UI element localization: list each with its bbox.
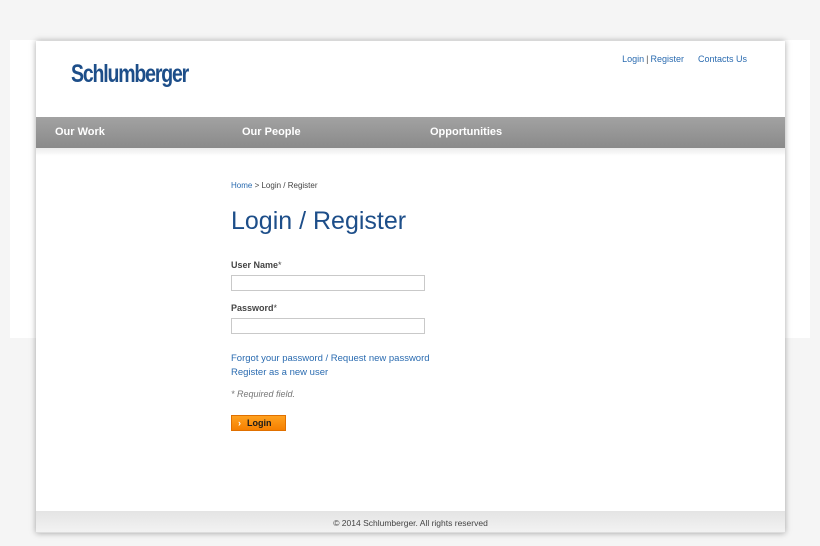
copyright-text: © 2014 Schlumberger. All rights reserved — [333, 518, 488, 528]
password-label-text: Password — [231, 303, 274, 313]
nav-item-our-people[interactable]: Our People — [242, 126, 301, 138]
username-label-text: User Name — [231, 260, 279, 270]
forgot-password-link[interactable]: Forgot your password / Request new passw… — [231, 353, 430, 364]
password-label: Password* — [231, 303, 277, 313]
nav-shadow — [36, 148, 785, 156]
login-link[interactable]: Login — [622, 54, 644, 64]
password-input[interactable] — [231, 318, 425, 334]
breadcrumb-home-link[interactable]: Home — [231, 181, 252, 190]
breadcrumb-current: Login / Register — [261, 181, 318, 190]
contacts-link[interactable]: Contacts Us — [698, 54, 747, 64]
required-mark: * — [273, 303, 278, 313]
nav-item-our-work[interactable]: Our Work — [55, 126, 105, 138]
required-field-note: * Required field. — [231, 389, 296, 399]
required-mark: * — [278, 260, 282, 270]
username-input[interactable] — [231, 275, 425, 291]
main-nav: Our Work Our People Opportunities — [36, 117, 785, 148]
header-links: Login | Register Contacts Us — [622, 54, 747, 64]
register-link[interactable]: Register — [650, 54, 684, 64]
nav-item-opportunities[interactable]: Opportunities — [430, 126, 502, 138]
username-label: User Name* — [231, 260, 282, 270]
bottom-divider — [36, 532, 785, 533]
footer: © 2014 Schlumberger. All rights reserved — [36, 511, 785, 533]
schlumberger-logo[interactable]: Schlumberger — [71, 60, 189, 89]
link-separator: | — [646, 54, 649, 64]
page-container: Schlumberger Login | Register Contacts Us O… — [36, 41, 785, 533]
breadcrumb: Home > Login / Register — [231, 181, 318, 190]
register-new-user-link[interactable]: Register as a new user — [231, 367, 328, 378]
page-title: Login / Register — [231, 207, 407, 235]
login-button-label: Login — [247, 418, 272, 428]
chevron-right-icon: › — [238, 418, 241, 428]
login-button[interactable]: › Login — [231, 415, 286, 431]
